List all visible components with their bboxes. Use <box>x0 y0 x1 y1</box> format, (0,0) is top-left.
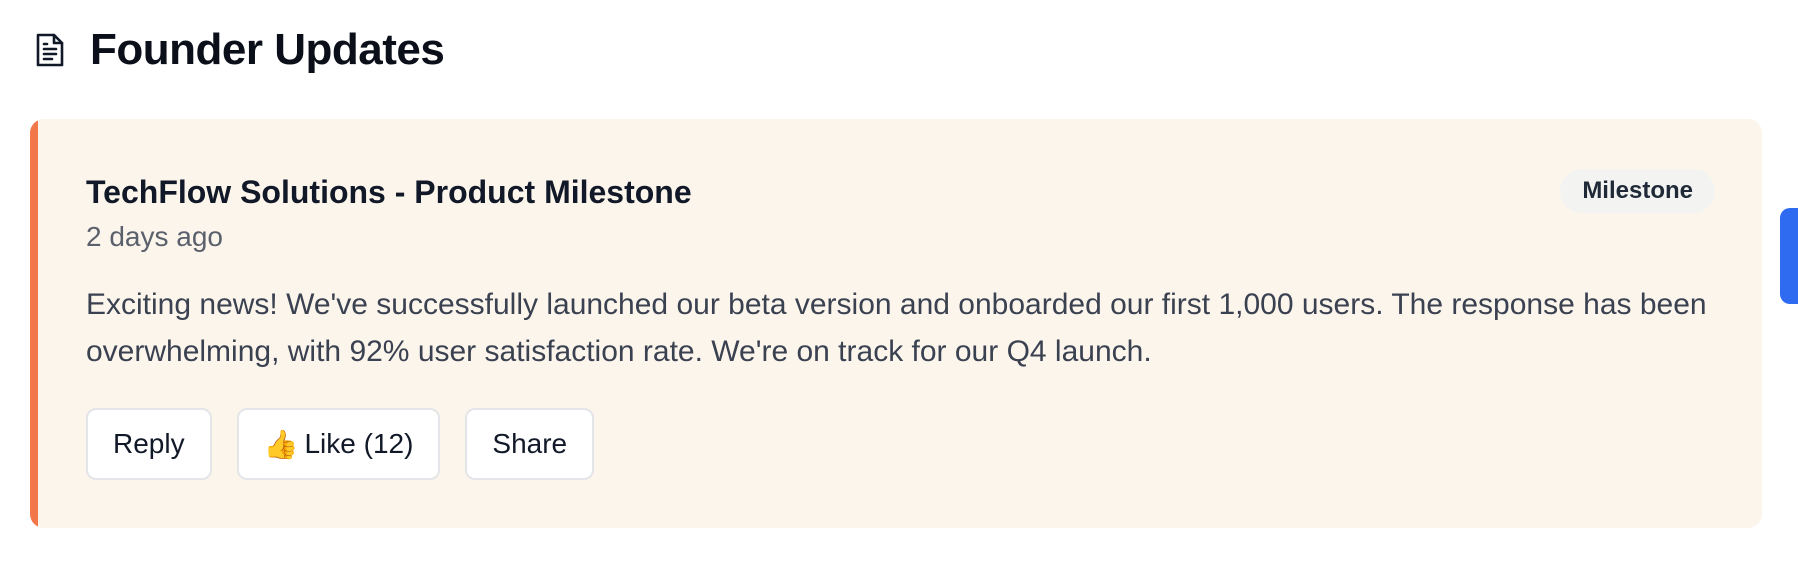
update-title: TechFlow Solutions - Product Milestone <box>86 174 692 210</box>
reply-button-label: Reply <box>113 428 185 459</box>
side-panel-tab[interactable] <box>1780 208 1798 304</box>
page: Founder Updates TechFlow Solutions - Pro… <box>0 0 1798 564</box>
thumbs-up-icon: 👍 <box>263 428 299 460</box>
like-button-label: Like (12) <box>304 428 414 459</box>
update-type-badge: Milestone <box>1560 169 1715 213</box>
page-title: Founder Updates <box>90 25 445 74</box>
update-body: Exciting news! We've successfully launch… <box>86 288 1707 368</box>
like-button[interactable]: 👍 Like (12) <box>236 408 441 480</box>
badge-label: Milestone <box>1582 177 1693 204</box>
page-header: Founder Updates <box>30 18 445 82</box>
document-icon <box>30 30 70 70</box>
update-card: TechFlow Solutions - Product Milestone 2… <box>30 119 1762 528</box>
share-button-label: Share <box>492 428 568 459</box>
reply-button[interactable]: Reply <box>86 408 212 480</box>
update-actions: Reply 👍 Like (12) Share <box>86 408 595 480</box>
share-button[interactable]: Share <box>465 408 595 480</box>
update-accent-bar <box>30 119 38 528</box>
update-timestamp: 2 days ago <box>86 221 223 252</box>
